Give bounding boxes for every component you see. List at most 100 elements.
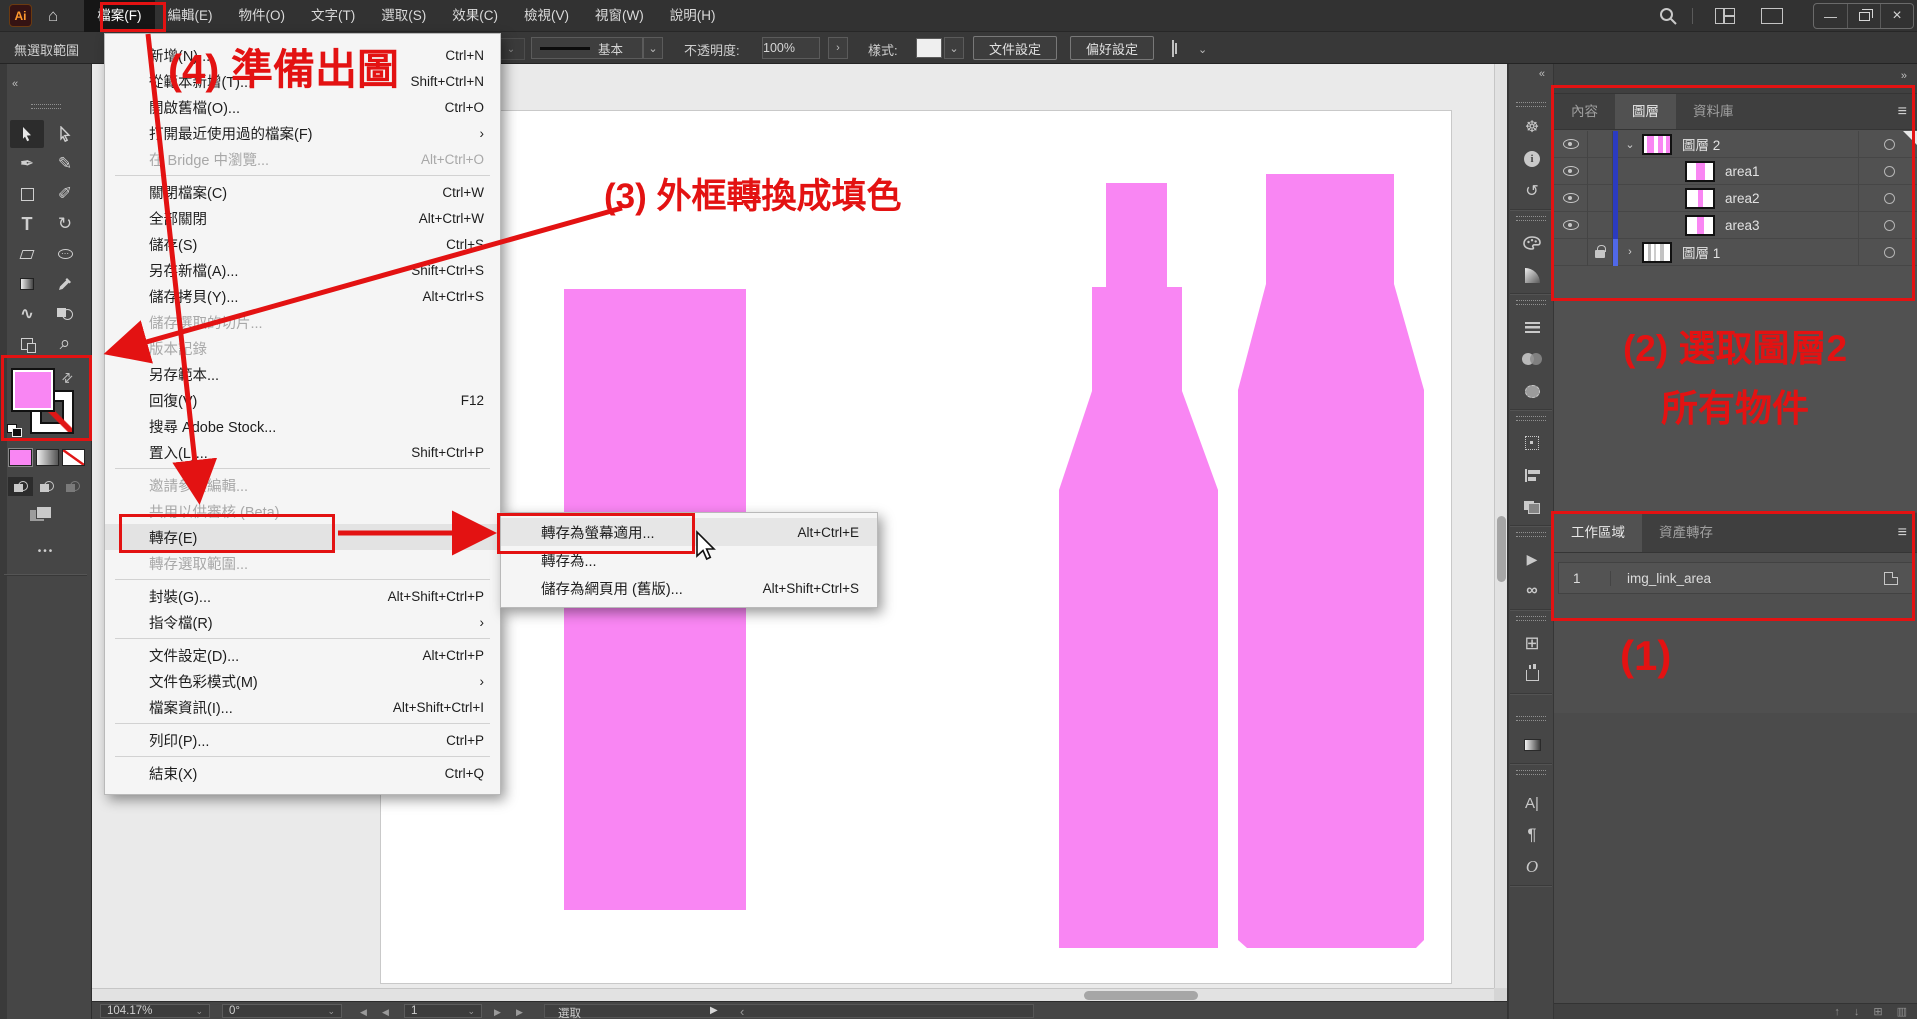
- layer-row-area3[interactable]: area3: [1554, 212, 1917, 239]
- menu-item-close-all[interactable]: 全部關閉Alt+Ctrl+W: [105, 205, 500, 231]
- paragraph-panel-icon[interactable]: ¶: [1509, 822, 1555, 848]
- style-dropdown[interactable]: ⌄: [944, 37, 964, 59]
- horizontal-scrollbar[interactable]: [92, 988, 1494, 1001]
- move-up-icon[interactable]: ↑: [1834, 1006, 1840, 1018]
- menu-item-export-as[interactable]: 轉存為...: [501, 546, 877, 574]
- lock-toggle[interactable]: [1588, 131, 1613, 158]
- gradient-tool[interactable]: [10, 270, 44, 298]
- stroke-profile-dropdown[interactable]: ⌄: [643, 37, 663, 59]
- menu-item-revert[interactable]: 回復(V)F12: [105, 387, 500, 413]
- rectangle-tool[interactable]: [10, 180, 44, 208]
- curvature-tool[interactable]: ✎: [48, 150, 82, 178]
- target-circle[interactable]: [1884, 193, 1895, 204]
- menu-item-export-for-screens[interactable]: 轉存為螢幕適用...Alt+Ctrl+E: [501, 518, 877, 546]
- object-name[interactable]: area1: [1725, 164, 1760, 179]
- menu-edit[interactable]: 編輯(E): [155, 0, 226, 32]
- previous-artboard-icon[interactable]: ◀: [382, 1007, 389, 1018]
- status-collapse-icon[interactable]: ‹: [740, 1004, 744, 1019]
- menu-item-place[interactable]: 置入(L)...Shift+Ctrl+P: [105, 439, 500, 465]
- object-name[interactable]: area3: [1725, 218, 1760, 233]
- menu-item-document-color-mode[interactable]: 文件色彩模式(M)›: [105, 668, 500, 694]
- visibility-toggle[interactable]: [1554, 131, 1588, 158]
- visibility-toggle[interactable]: [1554, 185, 1588, 212]
- target-circle[interactable]: [1884, 220, 1895, 231]
- visibility-toggle[interactable]: [1554, 158, 1588, 185]
- restore-button[interactable]: [1847, 4, 1880, 28]
- menu-select[interactable]: 選取(S): [368, 0, 439, 32]
- pen-tool[interactable]: ✒: [10, 150, 44, 178]
- menu-item-save-as-template[interactable]: 另存範本...: [105, 361, 500, 387]
- gradient-panel-icon[interactable]: [1509, 732, 1555, 758]
- menu-item-file-info[interactable]: 檔案資訊(I)...Alt+Shift+Ctrl+I: [105, 694, 500, 720]
- target-circle[interactable]: [1884, 166, 1895, 177]
- menu-item-save-as[interactable]: 另存新檔(A)...Shift+Ctrl+S: [105, 257, 500, 283]
- target-circle[interactable]: [1884, 247, 1895, 258]
- style-swatch[interactable]: [916, 38, 942, 58]
- menu-item-scripts[interactable]: 指令檔(R)›: [105, 609, 500, 635]
- menu-window[interactable]: 視窗(W): [582, 0, 657, 32]
- panel-menu-icon[interactable]: ≡: [1898, 103, 1907, 121]
- menu-item-export[interactable]: 轉存(E)›: [105, 524, 500, 550]
- draw-behind-mode[interactable]: [34, 477, 59, 496]
- preferences-button[interactable]: 偏好設定: [1070, 36, 1154, 60]
- paintbrush-tool[interactable]: ✐: [48, 180, 82, 208]
- tab-asset-export[interactable]: 資產轉存: [1642, 513, 1730, 552]
- asset-export-panel-icon[interactable]: [1509, 662, 1555, 688]
- screen-mode-icon[interactable]: [30, 506, 52, 523]
- layer-row-area1[interactable]: area1: [1554, 158, 1917, 185]
- collapse-panels-icon[interactable]: »: [1901, 70, 1907, 82]
- lock-toggle[interactable]: [1588, 239, 1613, 266]
- selection-panel-icon[interactable]: [1509, 378, 1555, 404]
- collapse-toolbar-icon[interactable]: «: [12, 78, 18, 90]
- transform-panel-icon[interactable]: [1509, 430, 1555, 456]
- artboard-navigation-field[interactable]: 1 ⌄: [404, 1004, 482, 1018]
- dock-grip[interactable]: [1516, 770, 1546, 775]
- menu-item-close[interactable]: 關閉檔案(C)Ctrl+W: [105, 179, 500, 205]
- target-circle[interactable]: [1884, 139, 1895, 150]
- shape-builder-tool[interactable]: [48, 300, 82, 328]
- object-thumbnail[interactable]: [1685, 215, 1715, 236]
- menu-item-document-setup[interactable]: 文件設定(D)...Alt+Ctrl+P: [105, 642, 500, 668]
- menu-item-save[interactable]: 儲存(S)Ctrl+S: [105, 231, 500, 257]
- pathfinder-panel-icon[interactable]: [1509, 494, 1555, 520]
- align-panel-icon[interactable]: [1509, 462, 1555, 488]
- artboard-name[interactable]: img_link_area: [1611, 571, 1711, 586]
- close-button[interactable]: ×: [1880, 4, 1913, 28]
- actions-panel-icon[interactable]: ▶: [1509, 546, 1555, 572]
- tab-layers[interactable]: 圖層: [1615, 94, 1676, 129]
- draw-inside-mode[interactable]: [60, 477, 85, 496]
- lock-toggle[interactable]: [1588, 158, 1613, 185]
- arrange-documents-icon[interactable]: [1761, 8, 1783, 24]
- eraser-tool[interactable]: [10, 240, 44, 268]
- menu-object[interactable]: 物件(O): [226, 0, 299, 32]
- puppet-warp-tool[interactable]: ∿: [10, 300, 44, 328]
- none-fill-button[interactable]: [62, 449, 85, 466]
- document-setup-button[interactable]: 文件設定: [973, 36, 1057, 60]
- selection-tool[interactable]: [10, 120, 44, 148]
- visibility-toggle[interactable]: [1554, 212, 1588, 239]
- stroke-panel-icon[interactable]: [1509, 314, 1555, 340]
- last-artboard-icon[interactable]: ▶: [516, 1007, 523, 1018]
- delete-artboard-icon[interactable]: ▥: [1897, 1005, 1907, 1018]
- layer-row-layer1[interactable]: › 圖層 1: [1554, 239, 1917, 266]
- dock-grip[interactable]: [1516, 416, 1546, 421]
- menu-item-save-for-web-legacy[interactable]: 儲存為網頁用 (舊版)...Alt+Shift+Ctrl+S: [501, 574, 877, 602]
- zoom-tool[interactable]: ⌕: [48, 330, 82, 358]
- dock-grip[interactable]: [1516, 532, 1546, 537]
- vertical-scrollbar[interactable]: [1494, 64, 1507, 988]
- next-artboard-icon[interactable]: ▶: [494, 1007, 501, 1018]
- hidden-dropdown[interactable]: ⌄: [497, 38, 525, 60]
- opacity-stepper[interactable]: ›: [828, 37, 848, 59]
- rotation-field[interactable]: 0° ⌄: [222, 1004, 342, 1018]
- links-panel-icon[interactable]: ∞: [1509, 578, 1555, 604]
- menu-view[interactable]: 檢視(V): [511, 0, 582, 32]
- menu-item-print[interactable]: 列印(P)...Ctrl+P: [105, 727, 500, 753]
- home-icon[interactable]: ⌂: [48, 6, 58, 26]
- dock-grip[interactable]: [1516, 616, 1546, 621]
- dock-grip[interactable]: [1516, 216, 1546, 221]
- type-tool[interactable]: T: [10, 210, 44, 238]
- menu-item-exit[interactable]: 結束(X)Ctrl+Q: [105, 760, 500, 786]
- menu-effect[interactable]: 效果(C): [439, 0, 511, 32]
- zoom-level-field[interactable]: 104.17% ⌄: [100, 1004, 210, 1018]
- color-panel-icon[interactable]: [1509, 230, 1555, 256]
